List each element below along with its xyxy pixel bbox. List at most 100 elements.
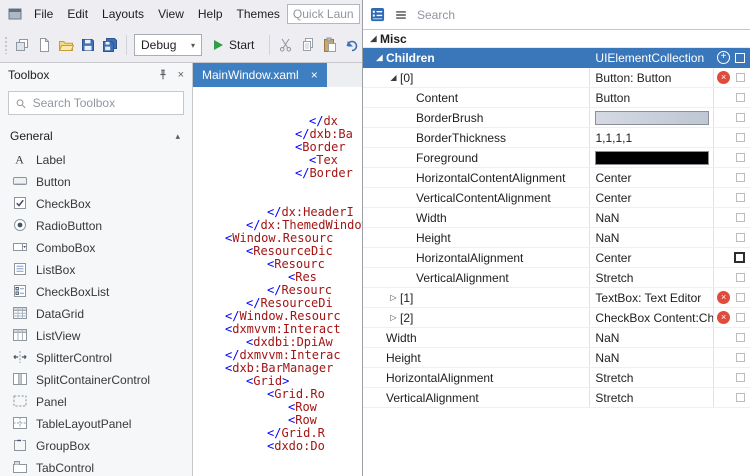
property-value[interactable]: Button: Button bbox=[595, 71, 671, 85]
property-value[interactable]: Center bbox=[595, 251, 631, 265]
save-all-icon[interactable] bbox=[101, 36, 119, 54]
serialize-checkbox[interactable] bbox=[736, 193, 745, 202]
property-value[interactable]: Stretch bbox=[595, 271, 633, 285]
property-value[interactable]: Center bbox=[595, 191, 631, 205]
close-icon[interactable]: × bbox=[178, 69, 184, 81]
property-value[interactable]: NaN bbox=[595, 331, 619, 345]
toolbox-item-listview[interactable]: ListView bbox=[0, 325, 192, 347]
menu-item-view[interactable]: View bbox=[151, 3, 191, 25]
cascade-icon[interactable] bbox=[13, 36, 31, 54]
serialize-checkbox[interactable] bbox=[736, 153, 745, 162]
property-row-borderbrush[interactable]: BorderBrush bbox=[363, 108, 750, 128]
property-value[interactable]: NaN bbox=[595, 351, 619, 365]
new-file-icon[interactable] bbox=[35, 36, 53, 54]
debug-config-select[interactable]: Debug ▾ bbox=[134, 34, 202, 56]
toolbox-item-datagrid[interactable]: DataGrid bbox=[0, 303, 192, 325]
property-value[interactable]: TextBox: Text Editor bbox=[595, 291, 701, 305]
toolbox-item-tabcontrol[interactable]: TabControl bbox=[0, 457, 192, 476]
property-value[interactable]: Center bbox=[595, 171, 631, 185]
property-value[interactable]: Stretch bbox=[595, 371, 633, 385]
serialize-checkbox[interactable] bbox=[736, 113, 745, 122]
property-value[interactable]: 1,1,1,1 bbox=[595, 131, 632, 145]
start-button[interactable]: Start bbox=[206, 34, 262, 56]
properties-search-input[interactable] bbox=[417, 8, 743, 22]
menu-item-layouts[interactable]: Layouts bbox=[95, 3, 151, 25]
undo-icon[interactable] bbox=[343, 36, 361, 54]
property-row--1-[interactable]: ▷[1]TextBox: Text Editor× bbox=[363, 288, 750, 308]
property-row-foreground[interactable]: Foreground bbox=[363, 148, 750, 168]
expander-icon[interactable]: ▷ bbox=[387, 313, 400, 322]
property-row-width[interactable]: WidthNaN bbox=[363, 328, 750, 348]
property-value[interactable]: Stretch bbox=[595, 391, 633, 405]
copy-icon[interactable] bbox=[299, 36, 317, 54]
quick-launch[interactable] bbox=[287, 4, 360, 24]
serialize-checkbox[interactable] bbox=[736, 353, 745, 362]
serialize-checkbox[interactable] bbox=[736, 133, 745, 142]
serialize-checkbox[interactable] bbox=[736, 93, 745, 102]
serialize-checkbox[interactable] bbox=[736, 313, 745, 322]
property-row-borderthickness[interactable]: BorderThickness1,1,1,1 bbox=[363, 128, 750, 148]
brush-swatch[interactable] bbox=[595, 111, 709, 125]
code-area[interactable]: </dx</dxb:Ba<Border<Tex</Border</dx:Head… bbox=[193, 87, 362, 476]
menu-item-edit[interactable]: Edit bbox=[60, 3, 95, 25]
toolbox-item-splitcontainercontrol[interactable]: SplitContainerControl bbox=[0, 369, 192, 391]
expander-icon[interactable]: ◢ bbox=[373, 53, 386, 62]
toolbox-item-tablelayoutpanel[interactable]: TableLayoutPanel bbox=[0, 413, 192, 435]
toolbox-section-general[interactable]: General ▴ bbox=[0, 123, 192, 149]
property-row-horizontalalignment[interactable]: HorizontalAlignmentStretch bbox=[363, 368, 750, 388]
property-row-width[interactable]: WidthNaN bbox=[363, 208, 750, 228]
toolbox-search-input[interactable] bbox=[33, 96, 177, 110]
property-row--0-[interactable]: ◢[0]Button: Button× bbox=[363, 68, 750, 88]
toolbox-item-checkbox[interactable]: CheckBox bbox=[0, 193, 192, 215]
serialize-checkbox[interactable] bbox=[736, 393, 745, 402]
categorized-view-icon[interactable] bbox=[370, 7, 385, 22]
property-row--2-[interactable]: ▷[2]CheckBox Content:Ch...× bbox=[363, 308, 750, 328]
cut-icon[interactable] bbox=[277, 36, 295, 54]
property-row-verticalalignment[interactable]: VerticalAlignmentStretch bbox=[363, 388, 750, 408]
serialize-checkbox[interactable] bbox=[736, 233, 745, 242]
tab-mainwindow-xaml[interactable]: MainWindow.xaml × bbox=[193, 63, 327, 87]
open-folder-icon[interactable] bbox=[57, 36, 75, 54]
save-icon[interactable] bbox=[79, 36, 97, 54]
remove-item-icon[interactable]: × bbox=[717, 311, 730, 324]
menu-item-themes[interactable]: Themes bbox=[230, 3, 287, 25]
add-item-icon[interactable]: + bbox=[717, 51, 730, 64]
menu-icon[interactable] bbox=[394, 8, 408, 22]
serialize-checkbox[interactable] bbox=[736, 333, 745, 342]
property-row-verticalcontentalignment[interactable]: VerticalContentAlignmentCenter bbox=[363, 188, 750, 208]
property-row-verticalalignment[interactable]: VerticalAlignmentStretch bbox=[363, 268, 750, 288]
toolbox-item-radiobutton[interactable]: RadioButton bbox=[0, 215, 192, 237]
toolbox-item-splittercontrol[interactable]: SplitterControl bbox=[0, 347, 192, 369]
expander-icon[interactable]: ▷ bbox=[387, 293, 400, 302]
tab-close-icon[interactable]: × bbox=[311, 68, 318, 82]
serialize-checkbox[interactable] bbox=[736, 273, 745, 282]
serialize-checkbox[interactable] bbox=[736, 173, 745, 182]
property-row-height[interactable]: HeightNaN bbox=[363, 228, 750, 248]
property-row-children[interactable]: ◢ChildrenUIElementCollection+ bbox=[363, 48, 750, 68]
serialize-checkbox[interactable] bbox=[736, 293, 745, 302]
serialize-checkbox[interactable] bbox=[736, 373, 745, 382]
expander-icon[interactable]: ◢ bbox=[387, 73, 400, 82]
property-value[interactable]: Button bbox=[595, 91, 630, 105]
pin-icon[interactable] bbox=[156, 68, 170, 82]
toolbox-item-panel[interactable]: Panel bbox=[0, 391, 192, 413]
property-row-content[interactable]: ContentButton bbox=[363, 88, 750, 108]
toolbox-item-groupbox[interactable]: GroupBox bbox=[0, 435, 192, 457]
toolbox-item-combobox[interactable]: ComboBox bbox=[0, 237, 192, 259]
expander-icon[interactable]: ◢ bbox=[367, 34, 380, 43]
paste-icon[interactable] bbox=[321, 36, 339, 54]
toolbox-item-button[interactable]: Button bbox=[0, 171, 192, 193]
quick-launch-input[interactable] bbox=[293, 7, 354, 21]
toolbox-item-label[interactable]: Label bbox=[0, 149, 192, 171]
serialize-checkbox[interactable] bbox=[734, 252, 745, 263]
brush-swatch[interactable] bbox=[595, 151, 709, 165]
category-misc[interactable]: ◢ Misc bbox=[363, 30, 750, 48]
remove-item-icon[interactable]: × bbox=[717, 71, 730, 84]
remove-item-icon[interactable]: × bbox=[717, 291, 730, 304]
toolbox-item-listbox[interactable]: ListBox bbox=[0, 259, 192, 281]
toolbox-search[interactable] bbox=[8, 91, 184, 115]
property-row-horizontalalignment[interactable]: HorizontalAlignmentCenter bbox=[363, 248, 750, 268]
serialize-checkbox[interactable] bbox=[736, 213, 745, 222]
property-value[interactable]: CheckBox Content:Ch... bbox=[595, 311, 714, 325]
property-value[interactable]: NaN bbox=[595, 231, 619, 245]
